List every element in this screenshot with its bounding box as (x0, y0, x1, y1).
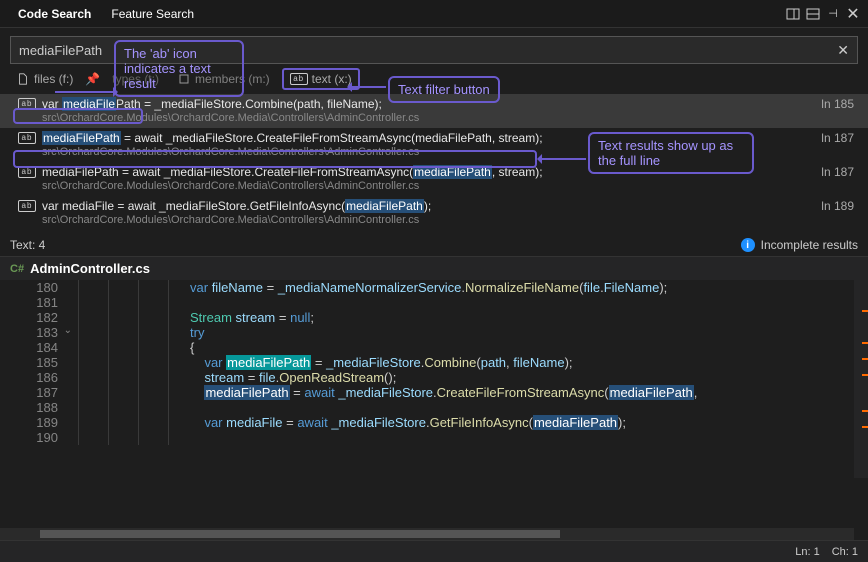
tab-feature-search[interactable]: Feature Search (101, 3, 204, 25)
result-path: src\OrchardCore.Modules\OrchardCore.Medi… (18, 112, 858, 124)
horizontal-scrollbar[interactable] (0, 528, 854, 540)
tab-code-search[interactable]: Code Search (8, 3, 101, 25)
file-icon (16, 73, 30, 85)
filter-types[interactable]: types (t:) (106, 70, 165, 88)
member-icon (177, 73, 191, 85)
filter-pin[interactable]: 📌 (85, 72, 100, 86)
result-line-no: ln 187 (821, 165, 858, 179)
result-item[interactable]: ab var mediaFilePath = _mediaFileStore.C… (0, 94, 868, 128)
close-icon[interactable]: ✕ (846, 7, 860, 21)
results-list: ab var mediaFilePath = _mediaFileStore.C… (0, 94, 868, 230)
result-line-no: ln 185 (821, 97, 858, 111)
ab-icon: ab (18, 132, 36, 144)
minimap[interactable] (854, 280, 868, 478)
csharp-icon: C# (10, 263, 24, 275)
statusbar-col[interactable]: Ch: 1 (832, 546, 858, 558)
result-item[interactable]: ab mediaFilePath = await _mediaFileStore… (0, 162, 868, 196)
info-icon: i (741, 238, 755, 252)
result-item[interactable]: ab mediaFilePath = await _mediaFileStore… (0, 128, 868, 162)
editor-file-name: AdminController.cs (30, 261, 150, 276)
result-item[interactable]: ab var mediaFile = await _mediaFileStore… (0, 196, 868, 230)
ab-icon: ab (18, 200, 36, 212)
result-path: src\OrchardCore.Modules\OrchardCore.Medi… (18, 146, 858, 158)
ab-icon: ab (18, 166, 36, 178)
filter-files[interactable]: files (f:) (10, 70, 79, 88)
incomplete-results: Incomplete results (761, 238, 858, 252)
result-line-no: ln 189 (821, 199, 858, 213)
statusbar-line[interactable]: Ln: 1 (795, 546, 819, 558)
filter-members[interactable]: members (m:) (171, 70, 276, 88)
result-count: Text: 4 (10, 238, 45, 252)
pin-icon[interactable]: ⊣ (826, 7, 840, 21)
filter-text[interactable]: ab text (x:) (282, 68, 360, 90)
code-editor[interactable]: 180var fileName = _mediaNameNormalizerSe… (0, 280, 868, 478)
search-input[interactable] (11, 43, 829, 58)
layout-icon-1[interactable] (786, 7, 800, 21)
ab-icon: ab (290, 73, 308, 85)
ab-icon: ab (18, 98, 36, 110)
result-path: src\OrchardCore.Modules\OrchardCore.Medi… (18, 214, 858, 226)
result-line-no: ln 187 (821, 131, 858, 145)
clear-search-button[interactable]: ✕ (829, 42, 857, 59)
result-path: src\OrchardCore.Modules\OrchardCore.Medi… (18, 180, 858, 192)
layout-icon-2[interactable] (806, 7, 820, 21)
